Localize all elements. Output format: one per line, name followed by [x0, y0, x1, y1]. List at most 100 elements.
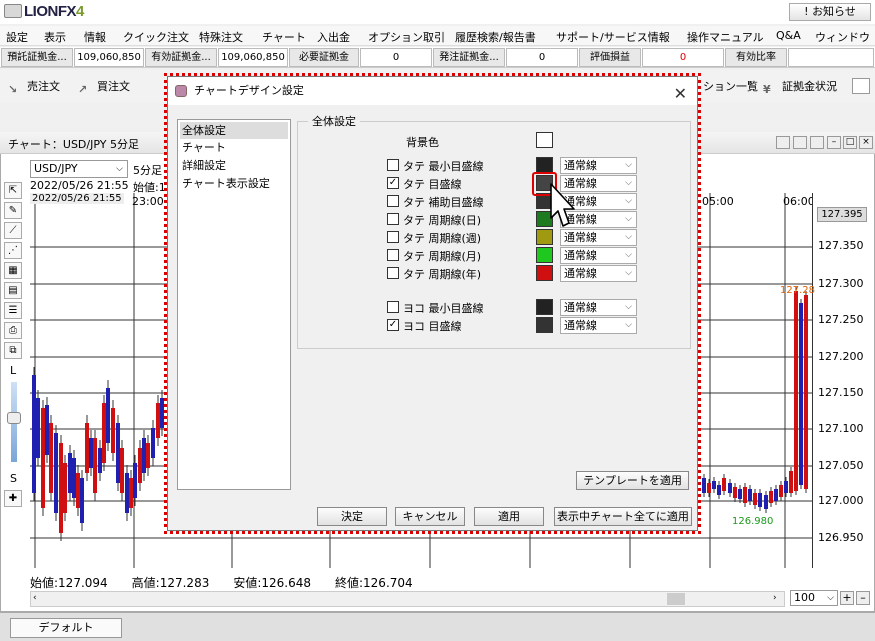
- time-label-2300: 23:00: [132, 195, 164, 208]
- account-summary-bar: 預託証拠金... 109,060,850 有効証拠金... 109,060,85…: [0, 47, 875, 68]
- pencil-tool-icon[interactable]: ✎: [4, 202, 22, 219]
- menu-deposit-withdraw[interactable]: 入出金: [317, 29, 350, 45]
- candle-body: [804, 295, 808, 489]
- zoom-select[interactable]: 100 ⌵: [790, 590, 838, 606]
- effective-ratio-value: [788, 48, 874, 67]
- chart-design-dialog: チャートデザイン設定 ✕ 全体設定 チャート 詳細設定 チャート表示設定 全体設…: [167, 76, 698, 531]
- menu-option-trading[interactable]: オプション取引: [368, 29, 445, 45]
- grid-tool-icon[interactable]: ▦: [4, 262, 22, 279]
- copy-tool-icon[interactable]: ⧉: [4, 342, 22, 359]
- fib-tool-icon[interactable]: ⋰: [4, 242, 22, 259]
- candle-body: [794, 291, 798, 491]
- scroll-right-icon[interactable]: ›: [773, 593, 777, 603]
- candle-body: [106, 388, 110, 443]
- menu-view[interactable]: 表示: [44, 29, 66, 45]
- candle-body: [54, 433, 58, 513]
- calculator-icon[interactable]: [852, 78, 870, 94]
- chart-settings-icon[interactable]: [776, 136, 790, 149]
- line-style-select[interactable]: 通常線 ⌵: [560, 317, 637, 334]
- chart-detach-icon[interactable]: [810, 136, 824, 149]
- cursor-date-label: 2022/05/26 21:55: [30, 193, 124, 204]
- zoom-in-icon[interactable]: +: [840, 591, 854, 605]
- mouse-pointer-icon: [550, 183, 575, 227]
- timeframe-label[interactable]: 5分足: [133, 162, 162, 178]
- row-checkbox[interactable]: [387, 159, 399, 171]
- document-tool-icon[interactable]: ▤: [4, 282, 22, 299]
- candle-body: [116, 423, 120, 483]
- candle-body: [146, 443, 150, 468]
- menu-settings[interactable]: 設定: [6, 29, 28, 45]
- candle-body: [125, 473, 129, 513]
- candle-body: [738, 489, 742, 499]
- sell-arrow-icon: ↘: [8, 83, 18, 96]
- cursor-tool-icon[interactable]: ⇱: [4, 182, 22, 199]
- candle-body: [63, 463, 67, 513]
- apply-button[interactable]: 適用: [474, 507, 544, 526]
- apply-template-button[interactable]: テンプレートを適用: [576, 471, 689, 490]
- row-color-swatch[interactable]: [536, 247, 553, 263]
- required-margin-value: 0: [360, 48, 432, 67]
- row-color-swatch[interactable]: [536, 157, 553, 173]
- menu-history-search[interactable]: 履歴検索/報告書: [455, 29, 536, 45]
- row-checkbox[interactable]: [387, 267, 399, 279]
- line-style-select[interactable]: 通常線 ⌵: [560, 247, 637, 264]
- tab-default[interactable]: デフォルト: [10, 618, 122, 638]
- margin-status-button[interactable]: ¥ 証拠金状況: [763, 78, 837, 97]
- row-color-swatch[interactable]: [536, 317, 553, 333]
- minimize-icon[interactable]: –: [827, 136, 841, 149]
- row-checkbox[interactable]: [387, 213, 399, 225]
- menu-chart[interactable]: チャート: [262, 29, 306, 45]
- zoom-out-icon[interactable]: –: [856, 591, 870, 605]
- row-checkbox[interactable]: ✓: [387, 319, 399, 331]
- row-color-swatch[interactable]: [536, 265, 553, 281]
- row-checkbox[interactable]: [387, 195, 399, 207]
- notice-button[interactable]: ! お知らせ: [789, 3, 871, 21]
- menu-bar: 設定 表示 情報 クイック注文 特殊注文 チャート 入出金 オプション取引 履歴…: [0, 26, 875, 46]
- line-style-select[interactable]: 通常線 ⌵: [560, 265, 637, 282]
- candle-body: [712, 481, 716, 489]
- workspace-tab-bar: [0, 612, 875, 641]
- maximize-icon[interactable]: □: [843, 136, 857, 149]
- chart-link-icon[interactable]: [793, 136, 807, 149]
- menu-window[interactable]: ウィンドウ: [815, 29, 870, 45]
- apply-all-charts-button[interactable]: 表示中チャート全てに適用: [554, 507, 692, 526]
- scroll-thumb[interactable]: [667, 593, 685, 605]
- candle-body: [102, 403, 106, 463]
- close-icon[interactable]: ×: [859, 136, 873, 149]
- menu-info[interactable]: 情報: [84, 29, 106, 45]
- line-tool-icon[interactable]: ⟋: [4, 222, 22, 239]
- cancel-button[interactable]: キャンセル: [395, 507, 465, 526]
- scroll-left-icon[interactable]: ‹: [33, 593, 37, 603]
- menu-manual[interactable]: 操作マニュアル: [687, 29, 764, 45]
- chevron-down-icon: ⌵: [625, 178, 632, 188]
- list-tool-icon[interactable]: ☰: [4, 302, 22, 319]
- line-style-select[interactable]: 通常線 ⌵: [560, 299, 637, 316]
- order-margin-value: 0: [506, 48, 578, 67]
- row-label: タテ 補助目盛線: [403, 196, 484, 209]
- price-tick: 127.300: [818, 277, 864, 290]
- grid-line-settings: タテ 最小目盛線 通常線 ⌵ ✓ タテ 目盛線 通常線 ⌵ タテ 補助目盛線 通常線 ⌵ タテ 周期…: [168, 77, 697, 347]
- symbol-select[interactable]: USD/JPY ⌵: [30, 160, 128, 178]
- price-scale: 127.395 127.350 127.300 127.250 127.200 …: [812, 193, 874, 568]
- menu-special-order[interactable]: 特殊注文: [199, 29, 243, 45]
- sell-order-button[interactable]: ↘ 売注文: [8, 78, 60, 97]
- position-list-button[interactable]: ション一覧: [703, 78, 758, 94]
- menu-quick-order[interactable]: クイック注文: [123, 29, 189, 45]
- crosshair-tool-icon[interactable]: ✚: [4, 490, 22, 507]
- row-color-swatch[interactable]: [536, 299, 553, 315]
- row-checkbox[interactable]: ✓: [387, 177, 399, 189]
- line-style-select[interactable]: 通常線 ⌵: [560, 157, 637, 174]
- menu-qa[interactable]: Q&A: [776, 29, 801, 42]
- menu-support[interactable]: サポート/サービス情報: [556, 29, 670, 45]
- zoom-slider-handle[interactable]: [7, 412, 21, 424]
- horizontal-scrollbar[interactable]: ‹ ›: [30, 591, 785, 607]
- buy-order-button[interactable]: ↗ 買注文: [78, 78, 130, 97]
- candle-body: [702, 478, 706, 493]
- print-tool-icon[interactable]: ⎙: [4, 322, 22, 339]
- row-checkbox[interactable]: [387, 301, 399, 313]
- row-checkbox[interactable]: [387, 231, 399, 243]
- candle-body: [93, 438, 97, 493]
- unrealized-pl-label: 評価損益: [579, 48, 641, 67]
- ok-button[interactable]: 決定: [317, 507, 387, 526]
- row-checkbox[interactable]: [387, 249, 399, 261]
